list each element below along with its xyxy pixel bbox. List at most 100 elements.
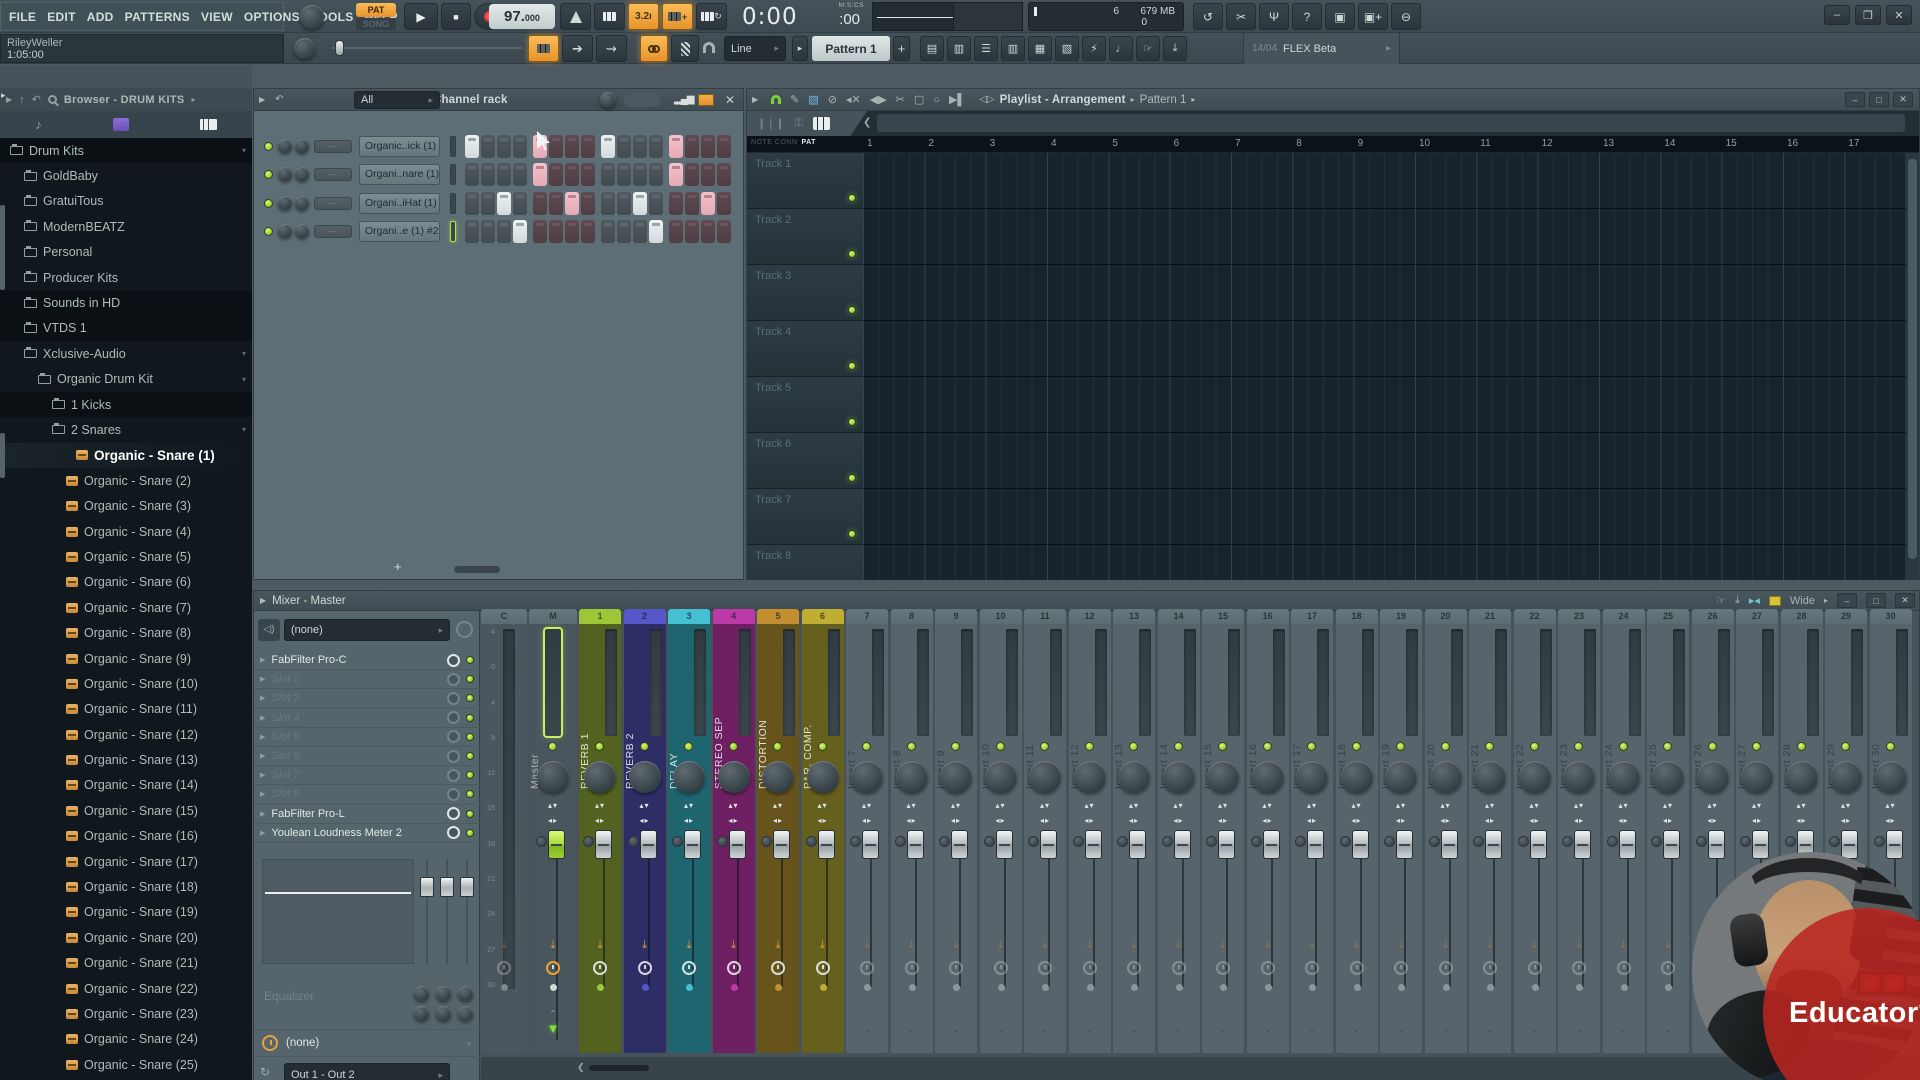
target-mixer-track[interactable]: — [314,225,352,238]
step-cell-10[interactable] [617,192,631,215]
strip-knob[interactable] [629,761,661,793]
slot-arrow-icon[interactable]: ▶ [260,771,265,779]
strip-fader[interactable] [684,830,701,859]
step-cell-3[interactable] [497,192,511,215]
step-cell-3[interactable] [497,220,511,243]
step-cell-12[interactable] [649,192,663,215]
slot-enable-led[interactable] [466,714,474,722]
tree-item-organic-snare-1-[interactable]: Organic - Snare (1) [0,443,252,468]
channel-name-button[interactable]: Organi..iHat (1) [359,193,440,214]
left-right-icon[interactable]: ◂▸ [1870,816,1912,825]
slot-arrow-icon[interactable]: ▶ [260,733,265,741]
step-cell-15[interactable] [701,135,715,158]
strip-clock-icon[interactable] [638,961,652,975]
eq-width-knob-3[interactable] [458,1006,473,1021]
strip-clock-icon[interactable] [1394,961,1408,975]
strip-knob[interactable] [1341,761,1373,793]
volume-knob[interactable] [295,139,309,153]
strip-fader[interactable] [951,830,968,859]
up-down-icon[interactable]: ▴▾ [802,801,844,810]
menu-item-add[interactable]: ADD [87,10,114,24]
strip-header-14[interactable]: 14 [1158,609,1200,624]
step-cell-9[interactable] [601,220,615,243]
mixer-maximize-button[interactable]: □ [1866,593,1886,608]
playlist-minimize-button[interactable]: – [1845,92,1865,107]
strip-led[interactable] [1574,742,1583,751]
playlist-grid[interactable] [863,153,1907,580]
mixer-strip-6[interactable]: 6PAR. COMP.▴▾◂▸⤓ [802,609,844,1053]
playlist-vscrollbar[interactable] [1906,153,1919,580]
left-right-icon[interactable]: ◂▸ [1558,816,1600,825]
slip-icon[interactable]: ◀▶ [870,93,887,106]
step-cell-4[interactable] [513,163,527,186]
left-right-icon[interactable]: ◂▸ [757,816,799,825]
channel-select-indicator[interactable] [450,221,456,242]
slice-icon[interactable]: ✂ [896,93,905,106]
step-cell-4[interactable] [513,135,527,158]
slot-enable-led[interactable] [466,694,474,702]
strip-fader-mode[interactable] [1162,836,1173,847]
strip-send-icon[interactable]: ⤓ [802,939,844,952]
step-cell-1[interactable] [465,135,479,158]
strip-knob[interactable] [1563,761,1595,793]
mixer-strip-21[interactable]: 21Insert 21▴▾◂▸⤓⌄ [1469,609,1511,1053]
collapse-icon[interactable]: ⌄ [846,1024,888,1035]
mixer-panel-button[interactable]: ▥ [1001,36,1025,61]
left-right-icon[interactable]: ◂▸ [529,816,577,825]
collapse-icon[interactable]: ⌄ [1113,1024,1155,1035]
slot-enable-led[interactable] [466,790,474,798]
tree-item-drum-kits[interactable]: Drum Kits▾ [0,138,252,163]
slot-mix-knob[interactable] [447,750,460,763]
strip-send-icon[interactable]: ⤓ [1336,939,1378,952]
step-cell-8[interactable] [581,220,595,243]
step-cell-8[interactable] [581,135,595,158]
step-cell-2[interactable] [481,163,495,186]
strip-led[interactable] [1752,742,1761,751]
left-right-icon[interactable]: ◂▸ [1113,816,1155,825]
master-pitch-slider[interactable] [332,47,522,49]
tree-item-sounds-in-hd[interactable]: Sounds in HD [0,290,252,315]
strip-fader[interactable] [1574,830,1591,859]
tree-item-organic-drum-kit[interactable]: Organic Drum Kit▾ [0,367,252,392]
track-led[interactable] [848,362,856,370]
mixer-strip-22[interactable]: 22Insert 22▴▾◂▸⤓⌄ [1514,609,1556,1053]
mixer-strip-20[interactable]: 20Insert 20▴▾◂▸⤓⌄ [1425,609,1467,1053]
strip-knob[interactable] [718,761,750,793]
track-led[interactable] [848,306,856,314]
playlist-track-4[interactable]: Track 4 [747,321,863,377]
strip-header-current[interactable]: C [481,609,527,624]
channel-name-button[interactable]: Organic..ick (1) [359,136,440,157]
view-mode-icon[interactable] [1769,596,1781,606]
tree-item-organic-snare-5-[interactable]: Organic - Snare (5) [0,544,252,569]
strip-send-icon[interactable]: ⤓ [713,939,755,952]
step-cell-8[interactable] [581,192,595,215]
strip-header-27[interactable]: 27 [1736,609,1778,624]
cpu-memory-panel[interactable]: 6 679 MB 0 [1028,2,1184,31]
strip-clock-icon[interactable] [1305,961,1319,975]
strip-clock-icon[interactable] [1350,961,1364,975]
pat-corner-label[interactable]: PAT [802,139,816,146]
strip-header-5[interactable]: 5 [757,609,799,624]
slot-enable-led[interactable] [466,771,474,779]
strip-fader-mode[interactable] [717,836,728,847]
strip-clock-icon[interactable] [1261,961,1275,975]
wait-for-input-button[interactable] [594,3,625,30]
up-down-icon[interactable]: ▴▾ [1603,801,1645,810]
search-icon[interactable] [48,95,57,104]
strip-fader-mode[interactable] [850,836,861,847]
touch-mixer-icon[interactable]: ☞ [1716,594,1726,607]
master-fader[interactable] [548,830,565,859]
strip-fader-mode[interactable] [1384,836,1395,847]
step-cell-14[interactable] [685,220,699,243]
strip-fader-mode[interactable] [1740,836,1751,847]
left-right-icon[interactable]: ◂▸ [579,816,621,825]
slot-arrow-icon[interactable]: ▶ [260,829,265,837]
strip-led[interactable] [1263,742,1272,751]
eq-graph[interactable] [262,859,414,964]
strip-led[interactable] [1619,742,1628,751]
tree-item-gratuitous[interactable]: GratuiTous [0,189,252,214]
step-cell-9[interactable] [601,135,615,158]
up-down-icon[interactable]: ▴▾ [1024,801,1066,810]
mixer-strip-current[interactable]: C404812151821242730⤓ [481,609,527,1053]
strip-fader-mode[interactable] [984,836,995,847]
